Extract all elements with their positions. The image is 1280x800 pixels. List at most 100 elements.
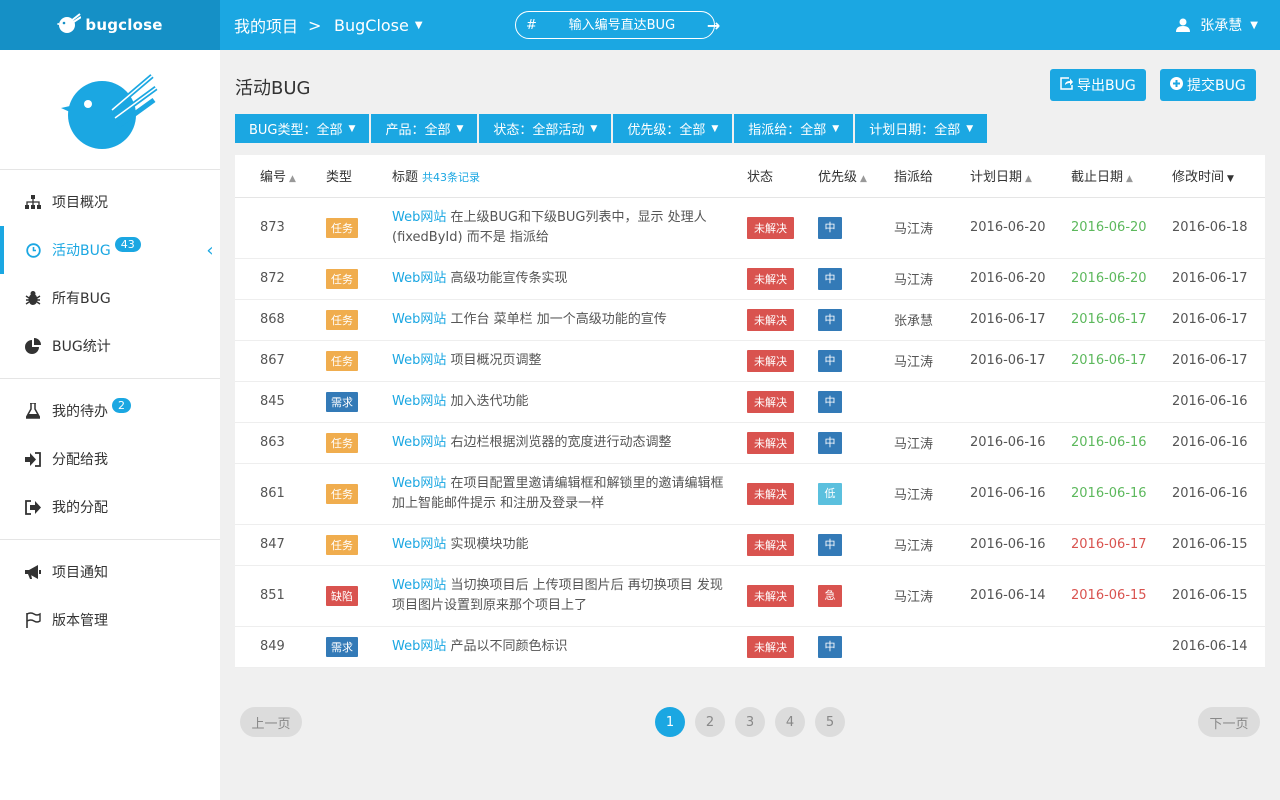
arrow-right-icon[interactable]: → (707, 16, 720, 35)
type-tag: 任务 (326, 483, 358, 504)
sidebar-item-notifications[interactable]: 项目通知 (0, 548, 220, 596)
nav-group-project: 项目通知 版本管理 (0, 540, 220, 652)
prev-page-button[interactable]: 上一页 (240, 707, 302, 737)
project-selector[interactable]: BugClose ▼ (334, 0, 423, 50)
table-row[interactable]: 847 任务 Web网站 实现模块功能 未解决中马江涛 2016-06-16 2016-0… (235, 524, 1265, 566)
filter-label: 产品：全部 (385, 123, 451, 138)
sidebar-item-versions[interactable]: 版本管理 (0, 596, 220, 644)
col-modified[interactable]: 修改时间 ▼ (1168, 155, 1265, 198)
product-link[interactable]: Web网站 (392, 210, 446, 225)
col-due-date[interactable]: 截止日期 ▲ (1067, 155, 1168, 198)
assignee: 张承慧 (890, 299, 966, 341)
submit-bug-button[interactable]: 提交BUG (1160, 69, 1256, 101)
sidebar-item-my-assigned[interactable]: 我的分配 (0, 483, 220, 531)
status-tag: 未解决 (747, 267, 794, 290)
sidebar-item-assigned-to-me[interactable]: 分配给我 (0, 435, 220, 483)
title-cell: Web网站 加入迭代功能 (388, 381, 743, 423)
plan-date: 2016-06-20 (966, 197, 1067, 259)
page-number-button[interactable]: 4 (775, 707, 805, 737)
product-link[interactable]: Web网站 (392, 312, 446, 327)
modified-date: 2016-06-17 (1168, 258, 1265, 300)
export-bug-button[interactable]: 导出BUG (1050, 69, 1146, 101)
table-row[interactable]: 861 任务 Web网站 在项目配置里邀请编辑框和解锁里的邀请编辑框 加上智能邮件提… (235, 463, 1265, 525)
filter-dropdown[interactable]: 指派给：全部 ▼ (734, 114, 854, 143)
bug-title[interactable]: 右边栏根据浏览器的宽度进行动态调整 (450, 435, 671, 450)
product-link[interactable]: Web网站 (392, 639, 446, 654)
sidebar-item-all-bugs[interactable]: 所有BUG (0, 274, 220, 322)
bug-title[interactable]: 工作台 菜单栏 加一个高级功能的宣传 (450, 312, 666, 327)
nav-group-bugs: 项目概况 活动BUG 43 ‹ 所有BUG BUG统计 (0, 170, 220, 379)
chevron-left-icon[interactable]: ‹ (200, 240, 220, 261)
bug-title[interactable]: 加入迭代功能 (450, 394, 528, 409)
bug-id-input[interactable] (536, 17, 707, 33)
sidebar-item-overview[interactable]: 项目概况 (0, 178, 220, 226)
sort-desc-icon: ▼ (1227, 174, 1234, 185)
type-tag: 任务 (326, 217, 358, 238)
user-menu[interactable]: 张承慧 ▼ (1176, 0, 1258, 50)
table-row[interactable]: 849 需求 Web网站 产品以不同颜色标识 未解决中 2016-06-14 (235, 626, 1265, 668)
bug-icon (24, 289, 42, 307)
table-row[interactable]: 867 任务 Web网站 项目概况页调整 未解决中马江涛 2016-06-17 2016-… (235, 340, 1265, 382)
page-number-button[interactable]: 1 (655, 707, 685, 737)
product-link[interactable]: Web网站 (392, 394, 446, 409)
plan-date: 2016-06-17 (966, 340, 1067, 382)
title-cell: Web网站 工作台 菜单栏 加一个高级功能的宣传 (388, 299, 743, 341)
assignee: 马江涛 (890, 197, 966, 259)
priority-tag: 中 (818, 635, 842, 658)
sidebar-item-my-todo[interactable]: 我的待办 2 (0, 387, 220, 435)
bird-mascot-icon (61, 73, 158, 149)
bug-id: 863 (235, 422, 322, 464)
col-id[interactable]: 编号 ▲ (235, 155, 322, 198)
priority-tag: 急 (818, 584, 842, 607)
breadcrumb-my-projects[interactable]: 我的项目 (234, 0, 298, 50)
col-plan-date[interactable]: 计划日期 ▲ (966, 155, 1067, 198)
table-row[interactable]: 863 任务 Web网站 右边栏根据浏览器的宽度进行动态调整 未解决中马江涛 2016-… (235, 422, 1265, 464)
status-tag: 未解决 (747, 482, 794, 505)
product-link[interactable]: Web网站 (392, 476, 446, 491)
page-number-button[interactable]: 5 (815, 707, 845, 737)
filter-dropdown[interactable]: BUG类型：全部 ▼ (235, 114, 370, 143)
product-link[interactable]: Web网站 (392, 435, 446, 450)
product-link[interactable]: Web网站 (392, 353, 446, 368)
col-priority[interactable]: 优先级 ▲ (814, 155, 890, 198)
filter-dropdown[interactable]: 状态：全部活动 ▼ (479, 114, 612, 143)
filter-dropdown[interactable]: 优先级：全部 ▼ (613, 114, 733, 143)
filter-dropdown[interactable]: 计划日期：全部 ▼ (855, 114, 988, 143)
col-type: 类型 (322, 155, 388, 198)
sidebar-item-active-bugs[interactable]: 活动BUG 43 ‹ (0, 226, 220, 274)
table-row[interactable]: 851 缺陷 Web网站 当切换项目后 上传项目图片后 再切换项目 发现项目图片设置… (235, 565, 1265, 627)
table-body: 873 任务 Web网站 在上级BUG和下级BUG列表中，显示 处理人(fixedB… (235, 197, 1265, 668)
product-link[interactable]: Web网站 (392, 578, 446, 593)
sidebar-item-label: 活动BUG (52, 243, 111, 259)
filter-dropdown[interactable]: 产品：全部 ▼ (371, 114, 478, 143)
priority-tag: 中 (818, 390, 842, 413)
logo[interactable]: bugclose (0, 0, 220, 50)
project-logo (0, 50, 220, 170)
bug-title[interactable]: 高级功能宣传条实现 (450, 271, 567, 286)
col-title-label: 标题 (392, 170, 419, 186)
bird-logo-icon (56, 12, 82, 38)
status-tag: 未解决 (747, 349, 794, 372)
product-link[interactable]: Web网站 (392, 271, 446, 286)
page-number-button[interactable]: 3 (735, 707, 765, 737)
next-page-button[interactable]: 下一页 (1198, 707, 1260, 737)
bug-title[interactable]: 实现模块功能 (450, 537, 528, 552)
bug-title[interactable]: 产品以不同颜色标识 (450, 639, 567, 654)
table-row[interactable]: 845 需求 Web网站 加入迭代功能 未解决中 2016-06-16 (235, 381, 1265, 423)
plan-date: 2016-06-20 (966, 258, 1067, 300)
export-bug-label: 导出BUG (1077, 78, 1136, 94)
table-row[interactable]: 872 任务 Web网站 高级功能宣传条实现 未解决中马江涛 2016-06-20 201… (235, 258, 1265, 300)
col-modified-label: 修改时间 (1172, 170, 1225, 186)
status-cell: 未解决 (743, 340, 814, 382)
col-status: 状态 (743, 155, 814, 198)
status-tag: 未解决 (747, 431, 794, 454)
bug-title[interactable]: 项目概况页调整 (450, 353, 541, 368)
table-row[interactable]: 873 任务 Web网站 在上级BUG和下级BUG列表中，显示 处理人(fixedB… (235, 197, 1265, 259)
caret-down-icon: ▼ (711, 123, 719, 134)
sidebar-item-bug-stats[interactable]: BUG统计 (0, 322, 220, 370)
table-row[interactable]: 868 任务 Web网站 工作台 菜单栏 加一个高级功能的宣传 未解决中张承慧 2016… (235, 299, 1265, 341)
modified-date: 2016-06-15 (1168, 524, 1265, 566)
product-link[interactable]: Web网站 (392, 537, 446, 552)
assignee: 马江涛 (890, 565, 966, 627)
page-number-button[interactable]: 2 (695, 707, 725, 737)
